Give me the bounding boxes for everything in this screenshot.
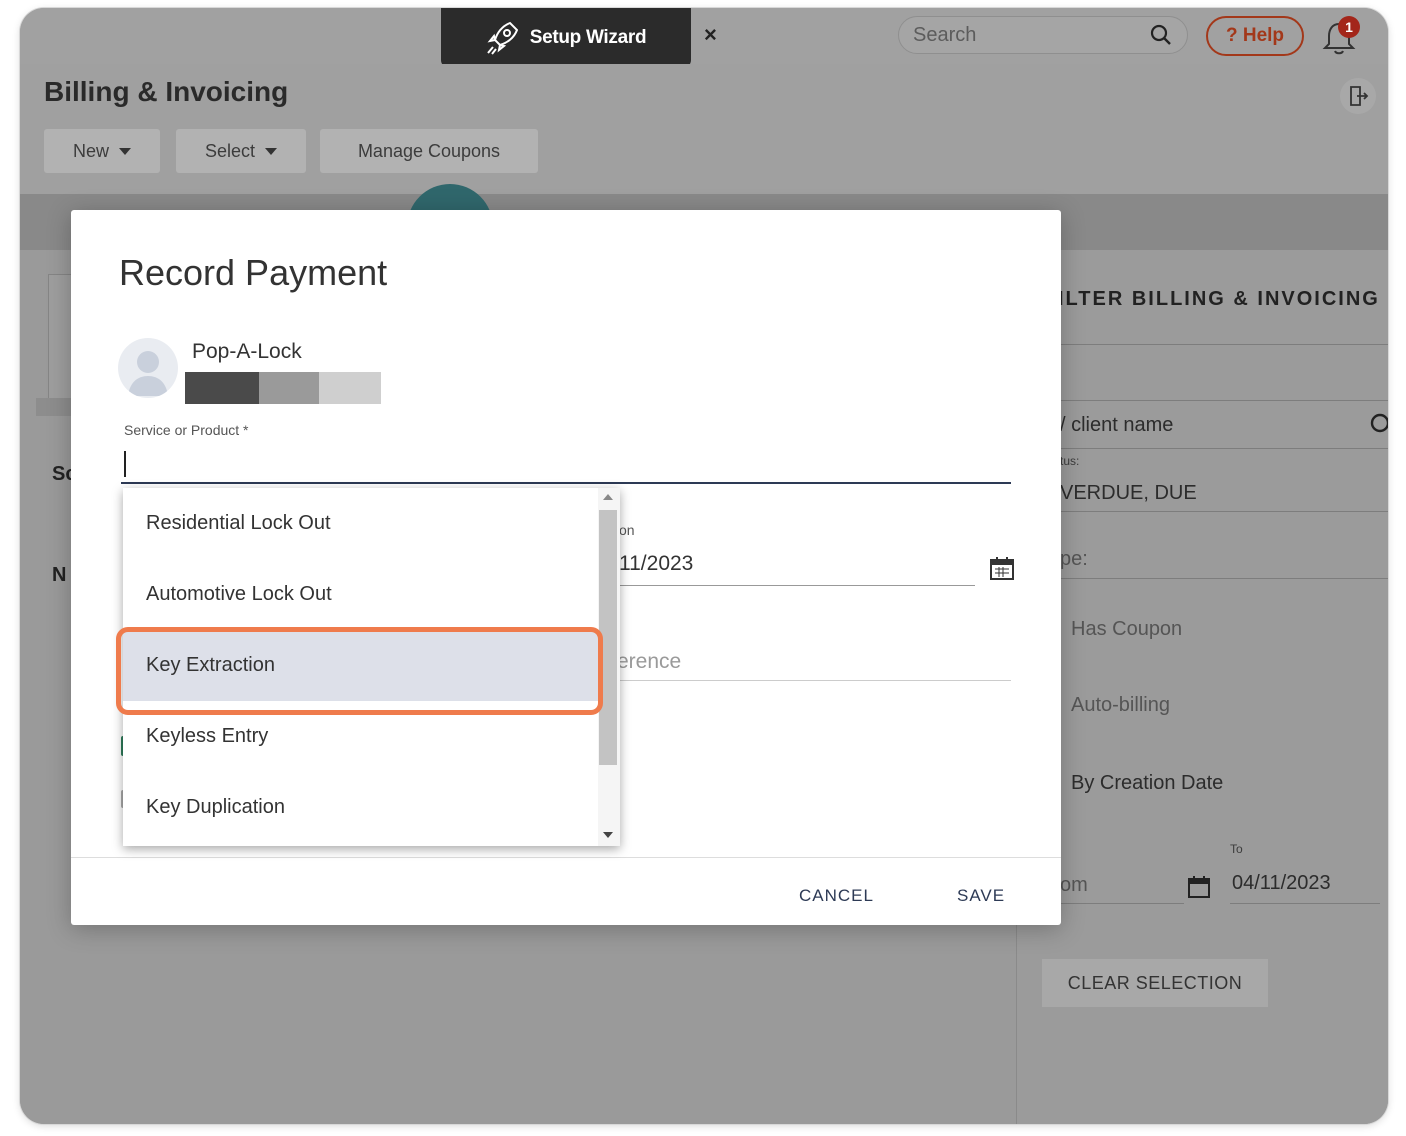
rocket-icon	[486, 21, 518, 55]
new-label: New	[72, 140, 109, 161]
dropdown-option-selected[interactable]: Key Extraction	[123, 630, 598, 701]
notification-badge: 1	[1338, 16, 1360, 38]
setup-wizard-label: Setup Wizard	[529, 27, 647, 48]
text-cursor	[124, 451, 126, 477]
dropdown-scroll-thumb[interactable]	[599, 510, 617, 765]
manage-coupons-label: Manage Coupons	[357, 140, 501, 161]
clear-selection-button[interactable]: CLEAR SELECTION	[1042, 959, 1268, 1007]
wizard-close-icon[interactable]: ×	[704, 22, 717, 48]
from-date-input[interactable]: om	[1060, 874, 1088, 897]
help-button[interactable]: ? Help	[1206, 16, 1304, 56]
dropdown-option[interactable]: Automotive Lock Out	[123, 559, 598, 630]
select-button[interactable]: Select	[176, 129, 306, 173]
reference-input[interactable]: erence	[617, 650, 681, 674]
redacted-block	[259, 372, 319, 404]
to-date-input[interactable]: 04/11/2023	[1232, 872, 1331, 895]
avatar	[118, 338, 178, 398]
calendar-icon[interactable]	[1186, 874, 1212, 900]
by-creation-date-toggle[interactable]: By Creation Date	[1071, 772, 1223, 795]
search-input[interactable]: Search	[898, 16, 1188, 54]
record-payment-modal: Record Payment Pop-A-Lock Service or Pro…	[71, 210, 1061, 925]
divider	[1060, 511, 1388, 512]
redacted-block	[319, 372, 381, 404]
new-button[interactable]: New	[44, 129, 160, 173]
setup-wizard-tab[interactable]: Setup Wizard	[441, 8, 691, 68]
modal-divider	[71, 857, 1061, 858]
date-underline	[619, 585, 975, 586]
left-label-fragment: N	[52, 564, 67, 586]
divider	[1060, 448, 1388, 449]
save-button[interactable]: SAVE	[957, 886, 1005, 906]
type-select[interactable]: pe:	[1060, 548, 1088, 571]
search-icon[interactable]	[1149, 23, 1173, 47]
divider	[1060, 344, 1388, 345]
manage-coupons-button[interactable]: Manage Coupons	[320, 129, 538, 173]
cancel-button[interactable]: CANCEL	[799, 886, 874, 906]
to-date-label: To	[1230, 842, 1243, 856]
dropdown-option[interactable]: Key Duplication	[123, 772, 598, 843]
calendar-icon[interactable]	[989, 555, 1015, 581]
page-title: Billing & Invoicing	[44, 76, 289, 107]
scroll-down-icon[interactable]	[603, 832, 613, 838]
service-label: Service or Product *	[124, 422, 249, 438]
divider	[1060, 578, 1388, 579]
divider	[1060, 400, 1388, 401]
status-select[interactable]: VERDUE, DUE	[1060, 482, 1197, 505]
chevron-down-icon	[119, 147, 131, 155]
service-dropdown: Residential Lock Out Automotive Lock Out…	[123, 488, 620, 846]
date-label: on	[619, 522, 635, 538]
client-name-filter[interactable]: / client name	[1060, 414, 1173, 437]
modal-title: Record Payment	[119, 252, 388, 293]
redacted-block	[185, 372, 259, 404]
select-label: Select	[204, 140, 256, 161]
scroll-up-icon[interactable]	[603, 494, 613, 500]
search-icon[interactable]	[1368, 412, 1388, 438]
client-name: Pop-A-Lock	[192, 340, 302, 363]
search-placeholder: Search	[913, 23, 977, 46]
service-product-input[interactable]	[121, 442, 1011, 484]
reference-underline	[617, 680, 1011, 681]
filter-panel-title: ILTER BILLING & INVOICING	[1058, 288, 1380, 310]
status-label: tus:	[1060, 454, 1080, 468]
export-icon[interactable]	[1340, 78, 1376, 114]
has-coupon-checkbox[interactable]: Has Coupon	[1071, 618, 1182, 641]
user-icon	[128, 351, 168, 396]
dropdown-option[interactable]: Residential Lock Out	[123, 488, 598, 559]
divider	[1230, 903, 1380, 904]
divider	[1060, 903, 1184, 904]
logout-icon	[1350, 86, 1369, 106]
chevron-down-icon	[265, 147, 278, 155]
payment-date-input[interactable]: 11/2023	[619, 552, 693, 576]
app-window: Setup Wizard × Search ? Help 1 Billing &…	[20, 8, 1388, 1124]
auto-billing-checkbox[interactable]: Auto-billing	[1071, 694, 1170, 717]
dropdown-option[interactable]: Keyless Entry	[123, 701, 598, 772]
